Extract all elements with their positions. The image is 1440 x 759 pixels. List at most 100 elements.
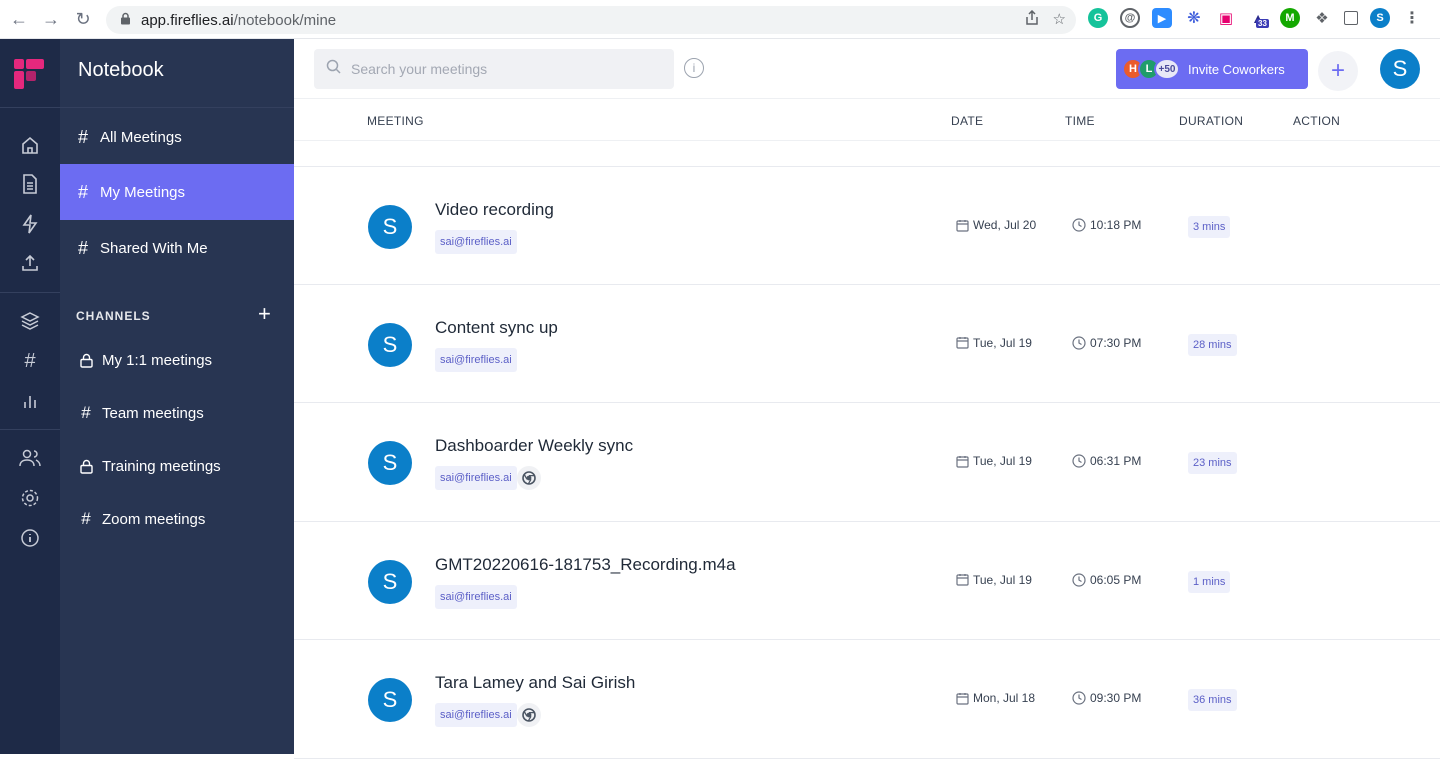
channels-heading: CHANNELS: [76, 309, 151, 323]
col-meeting[interactable]: MEETING: [367, 114, 424, 128]
rail-divider: [0, 292, 60, 293]
channel-zoom-meetings[interactable]: # Zoom meetings: [78, 507, 205, 531]
document-icon[interactable]: [18, 172, 42, 196]
col-date[interactable]: DATE: [951, 114, 983, 128]
invite-coworkers-button[interactable]: H L +50 Invite Coworkers: [1116, 49, 1308, 89]
channel-training-meetings[interactable]: Training meetings: [78, 454, 221, 478]
calendar-icon: [956, 337, 969, 349]
chrome-icon: [517, 703, 541, 727]
bookmark-star-icon[interactable]: ☆: [1053, 10, 1066, 30]
col-duration[interactable]: DURATION: [1179, 114, 1243, 128]
duration-badge: 1 mins: [1188, 570, 1231, 593]
meeting-title[interactable]: Dashboarder Weekly sync: [435, 436, 633, 456]
calendar-icon: [956, 219, 969, 232]
meeting-time: 07:30 PM: [1072, 336, 1141, 350]
extension-icon[interactable]: @: [1120, 8, 1140, 28]
hash-icon: #: [78, 237, 89, 258]
settings-gear-icon[interactable]: [18, 486, 42, 510]
coworker-more-count: +50: [1154, 58, 1180, 80]
graduation-cap-icon[interactable]: ▲ 33: [1248, 8, 1269, 28]
clock-icon: [1072, 335, 1086, 350]
extension-badge: 33: [1256, 19, 1269, 28]
hash-icon: #: [81, 509, 91, 528]
col-action: ACTION: [1293, 114, 1341, 128]
meeting-title[interactable]: Tara Lamey and Sai Girish: [435, 673, 635, 693]
panel-divider: [60, 107, 294, 108]
channel-label: My 1:1 meetings: [102, 351, 213, 369]
host-avatar: S: [368, 441, 412, 485]
meeting-row[interactable]: S Video recording sai@fireflies.ai Wed, …: [294, 166, 1440, 285]
fireflies-logo[interactable]: [12, 57, 46, 91]
meeting-row[interactable]: S Content sync up sai@fireflies.ai Tue, …: [294, 285, 1440, 403]
search-info-icon[interactable]: i: [684, 58, 704, 78]
m-extension-icon[interactable]: M: [1280, 8, 1300, 28]
forward-icon[interactable]: →: [38, 6, 64, 32]
owner-badge[interactable]: sai@fireflies.ai: [435, 230, 517, 254]
snowflake-icon[interactable]: ❋: [1184, 8, 1204, 28]
zoom-icon[interactable]: ▶: [1152, 8, 1172, 28]
nav-shared-with-me[interactable]: # Shared With Me: [60, 220, 294, 276]
address-bar[interactable]: app.fireflies.ai/notebook/mine ☆: [106, 6, 1076, 34]
info-icon[interactable]: [18, 526, 42, 550]
meeting-time: 06:31 PM: [1072, 454, 1141, 468]
meeting-title[interactable]: Video recording: [435, 200, 554, 220]
nav-my-meetings[interactable]: # My Meetings: [60, 164, 294, 220]
lock-icon: [78, 459, 94, 474]
date-text: Wed, Jul 20: [973, 218, 1037, 232]
profile-avatar[interactable]: S: [1370, 8, 1390, 28]
clock-icon: [1072, 572, 1086, 587]
share-icon[interactable]: [1025, 9, 1039, 30]
grammarly-icon[interactable]: G: [1088, 8, 1108, 28]
meeting-title[interactable]: GMT20220616-181753_Recording.m4a: [435, 555, 736, 575]
home-icon[interactable]: [18, 133, 42, 157]
meeting-time: 10:18 PM: [1072, 218, 1141, 232]
channel-team-meetings[interactable]: # Team meetings: [78, 401, 204, 425]
owner-badge[interactable]: sai@fireflies.ai: [435, 584, 517, 609]
meeting-row[interactable]: S Dashboarder Weekly sync sai@fireflies.…: [294, 403, 1440, 522]
layers-icon[interactable]: [18, 309, 42, 333]
owner-badge[interactable]: sai@fireflies.ai: [435, 347, 517, 372]
channel-my-1-1-meetings[interactable]: My 1:1 meetings: [78, 348, 212, 372]
host-avatar: S: [368, 678, 412, 722]
owner-badge[interactable]: sai@fireflies.ai: [435, 466, 517, 490]
host-avatar: S: [368, 205, 412, 249]
hash-icon: #: [78, 181, 89, 202]
time-text: 09:30 PM: [1090, 691, 1142, 705]
search-box: [314, 49, 674, 89]
back-icon[interactable]: ←: [6, 6, 32, 32]
lightning-icon[interactable]: [18, 212, 42, 236]
owner-badge[interactable]: sai@fireflies.ai: [435, 703, 517, 727]
search-input[interactable]: [351, 61, 651, 77]
icon-rail: #: [0, 39, 60, 754]
menu-kebab-icon[interactable]: ⋮: [1402, 8, 1422, 28]
channel-label: Team meetings: [102, 404, 204, 422]
meeting-row[interactable]: S GMT20220616-181753_Recording.m4a sai@f…: [294, 522, 1440, 640]
nav-all-meetings[interactable]: # All Meetings: [60, 109, 294, 165]
upload-icon[interactable]: [18, 251, 42, 275]
team-icon[interactable]: [18, 446, 42, 470]
time-text: 07:30 PM: [1090, 335, 1142, 350]
hash-icon[interactable]: #: [18, 349, 42, 373]
col-time[interactable]: TIME: [1065, 114, 1095, 128]
analytics-icon[interactable]: [18, 389, 42, 413]
extensions-bar: G @ ▶ ❋ ▣ ▲ 33 M ❖ S ⋮: [1088, 8, 1422, 28]
meeting-title[interactable]: Content sync up: [435, 318, 558, 338]
search-icon: [326, 59, 341, 79]
puzzle-icon[interactable]: ❖: [1312, 8, 1332, 28]
meeting-date: Tue, Jul 19: [956, 573, 1032, 587]
clock-icon: [1072, 454, 1086, 468]
fireflies-extension-icon[interactable]: ▣: [1216, 8, 1236, 28]
add-button[interactable]: +: [1318, 51, 1358, 91]
meeting-row[interactable]: S Tara Lamey and Sai Girish sai@fireflie…: [294, 640, 1440, 759]
reload-icon[interactable]: ↻: [70, 6, 96, 32]
time-text: 10:18 PM: [1090, 218, 1142, 232]
add-channel-button[interactable]: +: [258, 303, 271, 325]
date-text: Tue, Jul 19: [973, 454, 1032, 468]
nav-label: All Meetings: [100, 128, 182, 146]
sidepanel-icon[interactable]: [1344, 11, 1358, 25]
rail-divider: [0, 429, 60, 430]
channel-label: Training meetings: [102, 457, 221, 475]
date-text: Tue, Jul 19: [973, 335, 1032, 350]
channel-label: Zoom meetings: [102, 510, 206, 528]
user-avatar[interactable]: S: [1380, 49, 1420, 89]
